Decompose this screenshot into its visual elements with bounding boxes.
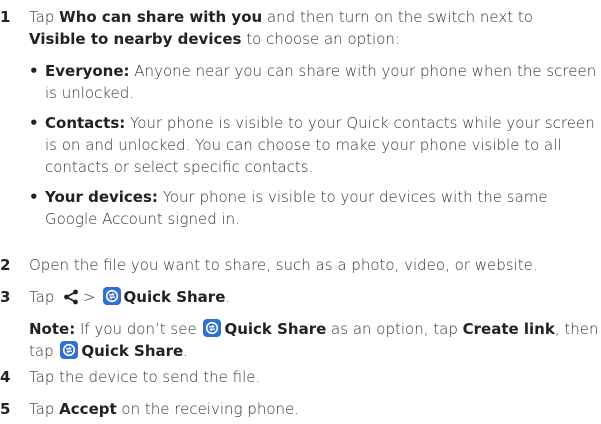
note-label: Note: [29,320,76,338]
step-number: 5 [0,400,11,418]
step-1: 1 Tap Who can share with you and then tu… [0,6,600,50]
step-text-part: to choose an option: [241,30,400,48]
option-your-devices: • Your devices: Your phone is visible to… [29,186,599,230]
note-text: Note: If you don’t see Quick Share as an… [29,318,601,362]
note-text-part: as an option, tap [326,320,463,338]
step-number: 3 [0,288,11,306]
visible-to-nearby-label: Visible to nearby devices [29,30,242,48]
create-link-label: Create link [462,320,555,338]
step-text: Tap Accept on the receiving phone. [29,398,600,420]
option-text: Your phone is visible to your Quick cont… [45,114,595,176]
step-4: 4 Tap the device to send the file. [0,366,600,388]
step-text-part: on the receiving phone. [116,400,299,418]
step-2: 2 Open the file you want to share, such … [0,254,600,276]
step-text: Tap Who can share with you and then turn… [29,6,600,50]
quick-share-icon [60,341,79,359]
step-number: 4 [0,368,11,386]
quick-share-label: Quick Share [81,342,184,360]
step-number: 2 [0,256,11,274]
option-contacts: • Contacts: Your phone is visible to you… [29,112,599,178]
step-text-part: Tap [29,400,60,418]
step-text-part: and then turn on the switch next to [262,8,533,26]
step-text-part: Tap [29,8,60,26]
who-can-share-label: Who can share with you [59,8,263,26]
bullet-dot: • [29,62,39,80]
quick-share-icon [102,287,121,305]
note-text-part: . [183,342,188,360]
quick-share-icon [203,319,222,337]
bullet-dot: • [29,188,39,206]
option-everyone: • Everyone: Anyone near you can share wi… [29,60,599,104]
step-text-part: > [83,288,96,306]
step-text: Tap the device to send the file. [29,368,261,386]
bullet-dot: • [29,114,39,132]
accept-label: Accept [59,400,117,418]
option-label: Contacts: [45,114,126,132]
option-label: Everyone: [45,62,130,80]
step-text-part: . [225,288,231,306]
step-text: Open the file you want to share, such as… [29,256,538,274]
instructions-page: 1 Tap Who can share with you and then tu… [0,0,601,424]
step-text-part: Tap [29,288,60,306]
step-5: 5 Tap Accept on the receiving phone. [0,398,600,420]
step-text: Tap > Quick Share. [29,286,600,311]
note: Note: If you don’t see Quick Share as an… [0,318,600,362]
step-number: 1 [0,8,11,26]
option-list: • Everyone: Anyone near you can share wi… [29,60,599,238]
note-text-part: If you don’t see [75,320,202,338]
option-label: Your devices: [45,188,158,206]
quick-share-label: Quick Share [123,288,226,306]
step-3: 3 Tap > Quick Share. [0,286,600,311]
share-icon [63,289,79,311]
quick-share-label: Quick Share [224,320,327,338]
